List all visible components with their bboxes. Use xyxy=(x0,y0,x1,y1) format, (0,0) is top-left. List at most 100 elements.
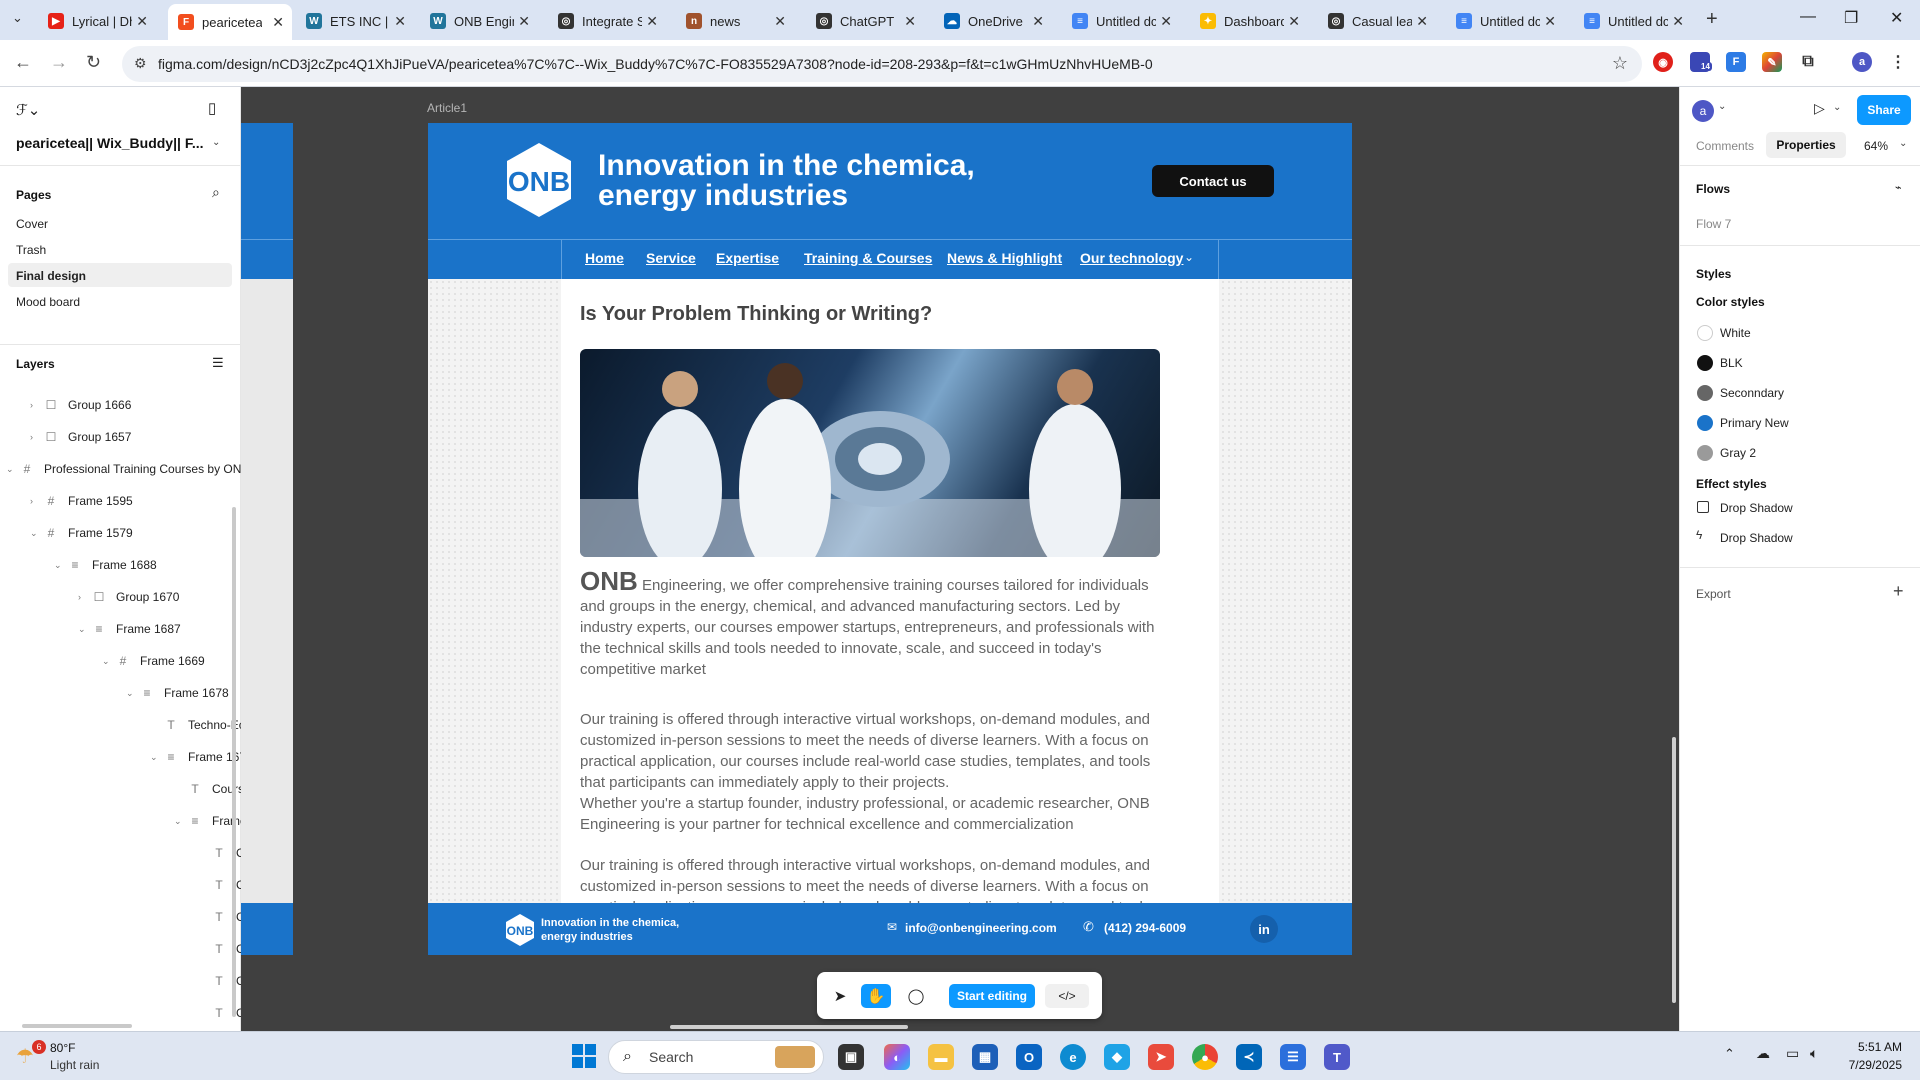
layer-row[interactable]: › ☐ Group 1657 xyxy=(30,430,131,444)
layer-row[interactable]: TC xyxy=(198,910,244,924)
tray-chevron-icon[interactable]: ⌃ xyxy=(1724,1046,1735,1062)
dev-mode-icon[interactable]: </> xyxy=(1045,984,1089,1008)
display-tray-icon[interactable]: ▭ xyxy=(1786,1045,1799,1062)
layer-chevron-icon[interactable]: › xyxy=(30,400,42,410)
layers-options-icon[interactable]: ☰ xyxy=(212,355,224,371)
tab-close-icon[interactable]: ✕ xyxy=(1416,13,1428,30)
clock-time[interactable]: 5:51 AM xyxy=(1846,1040,1902,1054)
browser-tab[interactable]: ≡ Untitled dc ✕ xyxy=(1446,6,1564,36)
layer-chevron-icon[interactable]: › xyxy=(78,592,90,602)
page-item[interactable]: Cover xyxy=(16,217,48,231)
share-button[interactable]: Share xyxy=(1857,95,1911,125)
layers-hscrollbar[interactable] xyxy=(22,1024,132,1028)
window-close-icon[interactable]: ✕ xyxy=(1890,8,1903,28)
layer-chevron-icon[interactable]: ⌄ xyxy=(102,656,114,667)
browser-tab[interactable]: ☁ OneDrive ✕ xyxy=(934,6,1052,36)
tab-properties[interactable]: Properties xyxy=(1766,132,1846,158)
browser-tab[interactable]: W ETS INC | t ✕ xyxy=(296,6,414,36)
color-style-name[interactable]: Primary New xyxy=(1720,416,1789,430)
layer-chevron-icon[interactable]: ⌄ xyxy=(54,560,66,571)
layer-row[interactable]: ⌄ # Frame 1579 xyxy=(30,526,133,540)
layer-row[interactable]: TC xyxy=(198,974,244,988)
address-bar[interactable]: ⚙ figma.com/design/nCD3j2cZpc4Q1XhJiPueV… xyxy=(122,46,1642,82)
nav-training[interactable]: Training & Courses xyxy=(804,250,932,266)
store-icon[interactable]: ▦ xyxy=(972,1044,998,1070)
nav-service[interactable]: Service xyxy=(646,250,696,266)
tab-close-icon[interactable]: ✕ xyxy=(646,13,658,30)
page-item[interactable]: Mood board xyxy=(16,295,80,309)
onedrive-tray-icon[interactable]: ☁ xyxy=(1756,1045,1770,1062)
color-style-name[interactable]: Seconndary xyxy=(1720,386,1784,400)
canvas-hscrollbar[interactable] xyxy=(670,1025,908,1029)
tab-close-icon[interactable]: ✕ xyxy=(774,13,786,30)
layer-row[interactable]: TC xyxy=(198,942,244,956)
ext-red-icon[interactable]: ◉ xyxy=(1653,52,1673,72)
browser-tab[interactable]: W ONB Engin ✕ xyxy=(420,6,538,36)
export-add-icon[interactable]: + xyxy=(1893,581,1904,602)
footer-phone[interactable]: (412) 294-6009 xyxy=(1104,921,1186,935)
copilot-icon[interactable]: ◐ xyxy=(884,1044,910,1070)
bookmark-star-icon[interactable]: ☆ xyxy=(1612,53,1628,74)
browser-tab[interactable]: ◎ Casual lea ✕ xyxy=(1318,6,1436,36)
layer-chevron-icon[interactable]: › xyxy=(30,496,42,506)
start-editing-button[interactable]: Start editing xyxy=(949,984,1035,1008)
nav-chevron-down-icon[interactable]: ⌄ xyxy=(1184,250,1194,264)
layer-chevron-icon[interactable]: ⌄ xyxy=(6,464,18,475)
layer-row[interactable]: ⌄ # Professional Training Courses by ONB xyxy=(6,462,249,476)
extensions-puzzle-icon[interactable]: ⧉ xyxy=(1798,52,1818,72)
article-frame[interactable]: ONB Innovation in the chemica, energy in… xyxy=(428,123,1352,955)
layer-row[interactable]: ⌄ ≡ Frame 1687 xyxy=(78,622,181,636)
file-explorer-icon[interactable]: ▬ xyxy=(928,1044,954,1070)
tab-comments[interactable]: Comments xyxy=(1696,139,1754,153)
profile-avatar-icon[interactable]: a xyxy=(1852,52,1872,72)
ext-blue-icon[interactable]: F xyxy=(1726,52,1746,72)
color-style-name[interactable]: Gray 2 xyxy=(1720,446,1756,460)
layer-chevron-icon[interactable]: ⌄ xyxy=(30,528,42,539)
browser-tab[interactable]: Fpearicetea ✕ xyxy=(168,4,292,40)
task-view-icon[interactable]: ▣ xyxy=(838,1044,864,1070)
layer-chevron-icon[interactable]: ⌄ xyxy=(78,624,90,635)
tab-close-icon[interactable]: ✕ xyxy=(904,13,916,30)
figma-menu-icon[interactable]: ℱ⌄ xyxy=(16,101,40,119)
zoom-chevron-icon[interactable]: ⌄ xyxy=(1899,138,1907,149)
weather-desc[interactable]: Light rain xyxy=(50,1058,99,1072)
tab-close-icon[interactable]: ✕ xyxy=(394,13,406,30)
layer-row[interactable]: ⌄ ≡ Frame 1688 xyxy=(54,558,157,572)
nav-news[interactable]: News & Highlight xyxy=(947,250,1062,266)
page-item[interactable]: Final design xyxy=(8,263,232,287)
minimize-icon[interactable]: — xyxy=(1800,8,1816,26)
ext-color-icon[interactable]: ✎ xyxy=(1762,52,1782,72)
layer-row[interactable]: TC xyxy=(198,1006,244,1020)
flows-icon[interactable]: ⌁ xyxy=(1895,181,1902,194)
new-tab-plus-icon[interactable]: + xyxy=(1706,8,1718,31)
nav-technology[interactable]: Our technology xyxy=(1080,250,1183,266)
tab-close-icon[interactable]: ✕ xyxy=(1032,13,1044,30)
mail-app-icon[interactable]: ➤ xyxy=(1148,1044,1174,1070)
layer-row[interactable]: TC xyxy=(198,878,244,892)
tab-close-icon[interactable]: ✕ xyxy=(1672,13,1684,30)
tab-close-icon[interactable]: ✕ xyxy=(136,13,148,30)
color-style-name[interactable]: BLK xyxy=(1720,356,1743,370)
browser-menu-icon[interactable]: ⋮ xyxy=(1888,52,1908,72)
ext-badge-icon[interactable]: 14 xyxy=(1690,52,1712,72)
reload-icon[interactable]: ↻ xyxy=(86,52,101,73)
layer-row[interactable]: › ☐ Group 1670 xyxy=(78,590,179,604)
tab-close-icon[interactable]: ✕ xyxy=(1160,13,1172,30)
frame-label[interactable]: Article1 xyxy=(427,101,467,115)
move-tool-icon[interactable]: ➤ xyxy=(825,984,855,1008)
canvas-vscrollbar[interactable] xyxy=(1672,737,1676,1003)
clock-date[interactable]: 7/29/2025 xyxy=(1840,1058,1902,1072)
layer-chevron-icon[interactable]: › xyxy=(30,432,42,442)
pages-search-icon[interactable]: ⌕ xyxy=(212,184,220,201)
layer-row[interactable]: › # Frame 1595 xyxy=(30,494,133,508)
vscode-icon[interactable]: ≺ xyxy=(1236,1044,1262,1070)
file-title[interactable]: pearicetea|| Wix_Buddy|| F... xyxy=(16,135,204,151)
comment-tool-icon[interactable]: ◯ xyxy=(901,984,931,1008)
forward-arrow-icon[interactable]: → xyxy=(50,52,68,73)
layer-row[interactable]: › ☐ Group 1666 xyxy=(30,398,131,412)
browser-tab[interactable]: ✦ Dashboard ✕ xyxy=(1190,6,1308,36)
browser-tab[interactable]: ◎ Integrate S ✕ xyxy=(548,6,666,36)
linkedin-icon[interactable]: in xyxy=(1250,915,1278,943)
volume-icon[interactable]: 🔈︎ xyxy=(1810,1045,1818,1062)
hand-tool-icon[interactable]: ✋ xyxy=(861,984,891,1008)
